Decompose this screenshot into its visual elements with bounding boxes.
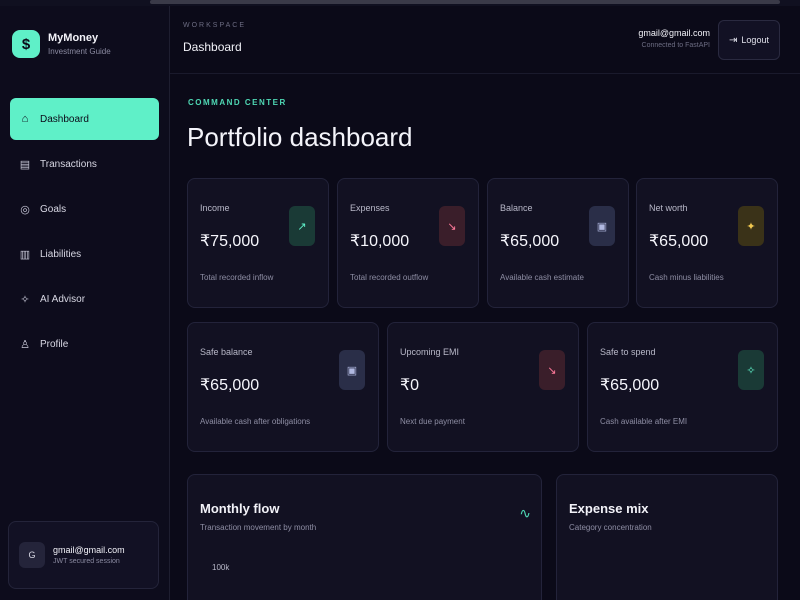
trend-down-icon: ↘ [539,350,565,390]
logout-button[interactable]: ⇥ Logout [718,20,780,60]
stat-subtitle: Available cash estimate [500,273,584,282]
stat-value: ₹65,000 [600,377,660,394]
user-icon: ♙ [20,338,30,351]
stat-subtitle: Total recorded inflow [200,273,274,282]
bank-icon: ▥ [19,248,31,261]
sidebar-item-label: Dashboard [40,113,89,125]
user-session: JWT secured session [53,558,120,565]
stat-card-income: Income ₹75,000 Total recorded inflow ↗ [187,178,329,308]
sidebar-item-label: Transactions [40,158,97,170]
brand-subtitle: Investment Guide [48,47,111,56]
pulse-icon: ∿ [519,505,531,521]
stat-value: ₹10,000 [350,233,410,250]
breadcrumb-title: Dashboard [183,40,242,54]
header-user: gmail@gmail.com Connected to FastAPI [638,28,710,49]
receipt-icon: ▤ [19,158,31,171]
brand[interactable]: $ MyMoney Investment Guide [12,30,111,58]
sidebar-item-transactions[interactable]: ▤ Transactions [10,143,159,185]
wallet-icon: ▣ [589,206,615,246]
sidebar-item-label: AI Advisor [40,293,86,305]
stat-value: ₹75,000 [200,233,260,250]
panel-title: Expense mix [569,501,649,516]
stat-card-balance: Balance ₹65,000 Available cash estimate … [487,178,629,308]
sidebar-item-label: Goals [40,203,67,215]
logout-icon: ⇥ [729,34,738,46]
stat-subtitle: Next due payment [400,417,465,426]
stat-subtitle: Total recorded outflow [350,273,429,282]
sidebar-item-liabilities[interactable]: ▥ Liabilities [10,233,159,275]
page-kicker: COMMAND CENTER [188,98,287,107]
wallet-icon: ▣ [339,350,365,390]
stat-card-safe-balance: Safe balance ₹65,000 Available cash afte… [187,322,379,452]
panel-title: Monthly flow [200,501,280,516]
top-header: WORKSPACE Dashboard gmail@gmail.com Conn… [170,6,800,74]
stat-card-expenses: Expenses ₹10,000 Total recorded outflow … [337,178,479,308]
rupee-coin-icon: $ [12,30,40,58]
stat-label: Safe to spend [600,347,656,357]
logout-label: Logout [741,35,769,45]
panel-subtitle: Category concentration [569,523,652,532]
sidebar-nav: ⌂ Dashboard ▤ Transactions ◎ Goals ▥ Lia… [10,98,159,368]
sidebar-item-goals[interactable]: ◎ Goals [10,188,159,230]
stat-label: Expenses [350,203,390,213]
stat-card-upcoming-emi: Upcoming EMI ₹0 Next due payment ↘ [387,322,579,452]
user-email: gmail@gmail.com [53,545,125,555]
header-user-status: Connected to FastAPI [641,42,710,49]
sidebar-item-profile[interactable]: ♙ Profile [10,323,159,365]
breadcrumb-kicker: WORKSPACE [183,22,246,29]
target-icon: ◎ [20,203,30,216]
chart-y-tick: 100k [212,563,230,572]
sidebar: $ MyMoney Investment Guide ⌂ Dashboard ▤… [0,6,170,600]
sidebar-user-card[interactable]: G gmail@gmail.com JWT secured session [8,521,159,589]
stat-card-safe-to-spend: Safe to spend ₹65,000 Cash available aft… [587,322,778,452]
trend-up-icon: ↗ [289,206,315,246]
sidebar-item-dashboard[interactable]: ⌂ Dashboard [10,98,159,140]
sidebar-item-label: Profile [40,338,69,350]
stat-value: ₹65,000 [500,233,560,250]
brand-name: MyMoney [48,32,99,44]
stat-label: Net worth [649,203,688,213]
stat-label: Balance [500,203,533,213]
stat-value: ₹65,000 [649,233,709,250]
star-icon: ✦ [738,206,764,246]
stat-card-net-worth: Net worth ₹65,000 Cash minus liabilities… [636,178,778,308]
horizontal-scrollbar[interactable] [150,0,780,4]
sparkle-icon: ✧ [738,350,764,390]
sidebar-item-ai-advisor[interactable]: ✧ AI Advisor [10,278,159,320]
stat-subtitle: Available cash after obligations [200,417,311,426]
sidebar-item-label: Liabilities [40,248,82,260]
expense-mix-panel: Expense mix Category concentration [556,474,778,600]
stat-label: Safe balance [200,347,253,357]
home-icon: ⌂ [21,113,29,125]
stat-label: Upcoming EMI [400,347,460,357]
panel-subtitle: Transaction movement by month [200,523,317,532]
stat-subtitle: Cash minus liabilities [649,273,724,282]
avatar: G [19,542,45,568]
stat-value: ₹0 [400,377,420,394]
page-title: Portfolio dashboard [187,122,413,152]
header-user-email: gmail@gmail.com [638,28,710,38]
stat-label: Income [200,203,230,213]
monthly-flow-panel: Monthly flow Transaction movement by mon… [187,474,542,600]
stat-subtitle: Cash available after EMI [600,417,688,426]
stat-value: ₹65,000 [200,377,260,394]
sparkle-icon: ✧ [20,293,30,306]
trend-down-icon: ↘ [439,206,465,246]
